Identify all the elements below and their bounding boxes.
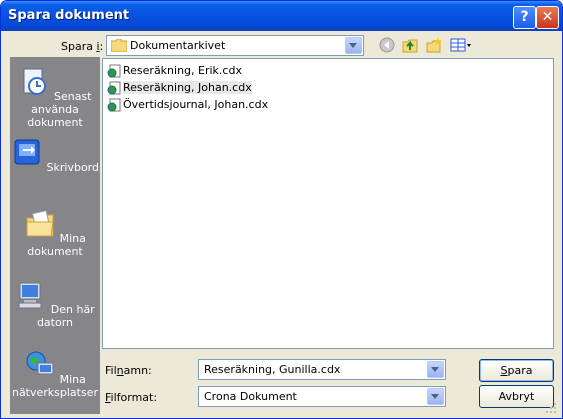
file-name: Reseräkning, Johan.cdx (123, 81, 252, 94)
cdx-file-icon (107, 81, 121, 95)
filename-field[interactable]: Reseräkning, Gunilla.cdx (198, 359, 446, 380)
save-button[interactable]: Spara (479, 359, 554, 382)
place-desktop[interactable]: Skrivbord (11, 137, 99, 174)
save-dialog: Spara dokument ? ✕ Spara i: Dokumentarki… (0, 0, 563, 419)
chevron-down-icon[interactable] (427, 361, 444, 378)
list-item[interactable]: Reseräkning, Erik.cdx (107, 63, 242, 79)
file-name: Övertidsjournal, Johan.cdx (123, 98, 269, 111)
cdx-file-icon (107, 64, 121, 78)
resize-grip-icon[interactable] (545, 402, 557, 414)
dialog-body: Spara i: Dokumentarkivet Senast använda … (4, 31, 559, 415)
fileformat-value: Crona Dokument (204, 390, 297, 403)
dialog-title: Spara dokument (8, 8, 130, 23)
desktop-icon (14, 139, 40, 165)
save-in-value: Dokumentarkivet (130, 39, 226, 52)
place-network[interactable]: Mina nätverksplatser (11, 349, 99, 399)
chevron-down-icon[interactable] (345, 37, 362, 54)
up-folder-icon[interactable] (402, 37, 418, 53)
save-in-label: Spara i: (61, 40, 104, 53)
save-in-dropdown[interactable]: Dokumentarkivet (106, 35, 364, 56)
cancel-button[interactable]: Avbryt (479, 385, 554, 408)
place-label: Skrivbord (46, 161, 99, 174)
network-places-icon (26, 351, 54, 375)
place-my-computer[interactable]: Den här datorn (11, 279, 99, 329)
folder-icon (111, 39, 127, 52)
new-folder-icon[interactable] (426, 37, 442, 53)
close-button[interactable]: ✕ (536, 6, 559, 29)
my-documents-icon (26, 210, 54, 237)
view-menu-icon[interactable] (450, 37, 472, 53)
list-item[interactable]: Övertidsjournal, Johan.cdx (107, 97, 268, 113)
my-computer-icon (18, 282, 42, 309)
help-button[interactable]: ? (513, 6, 536, 29)
cdx-file-icon (107, 98, 121, 112)
back-icon[interactable] (379, 37, 395, 53)
list-item[interactable]: Reseräkning, Johan.cdx (107, 80, 252, 96)
filename-value: Reseräkning, Gunilla.cdx (204, 363, 341, 376)
place-my-documents[interactable]: Mina dokument (11, 208, 99, 258)
fileformat-dropdown[interactable]: Crona Dokument (198, 386, 446, 407)
title-bar: Spara dokument ? ✕ (1, 1, 562, 31)
file-name: Reseräkning, Erik.cdx (123, 64, 242, 77)
chevron-down-icon[interactable] (427, 388, 444, 405)
recent-documents-icon (23, 68, 47, 95)
filename-label: Filnamn: (105, 364, 152, 377)
place-recent-documents[interactable]: Senast använda dokument (11, 66, 99, 129)
file-list[interactable]: Reseräkning, Erik.cdx Reseräkning, Johan… (102, 58, 554, 349)
fileformat-label: Filformat: (105, 391, 158, 404)
places-bar: Senast använda dokument Skrivbord Mina d… (10, 57, 100, 414)
